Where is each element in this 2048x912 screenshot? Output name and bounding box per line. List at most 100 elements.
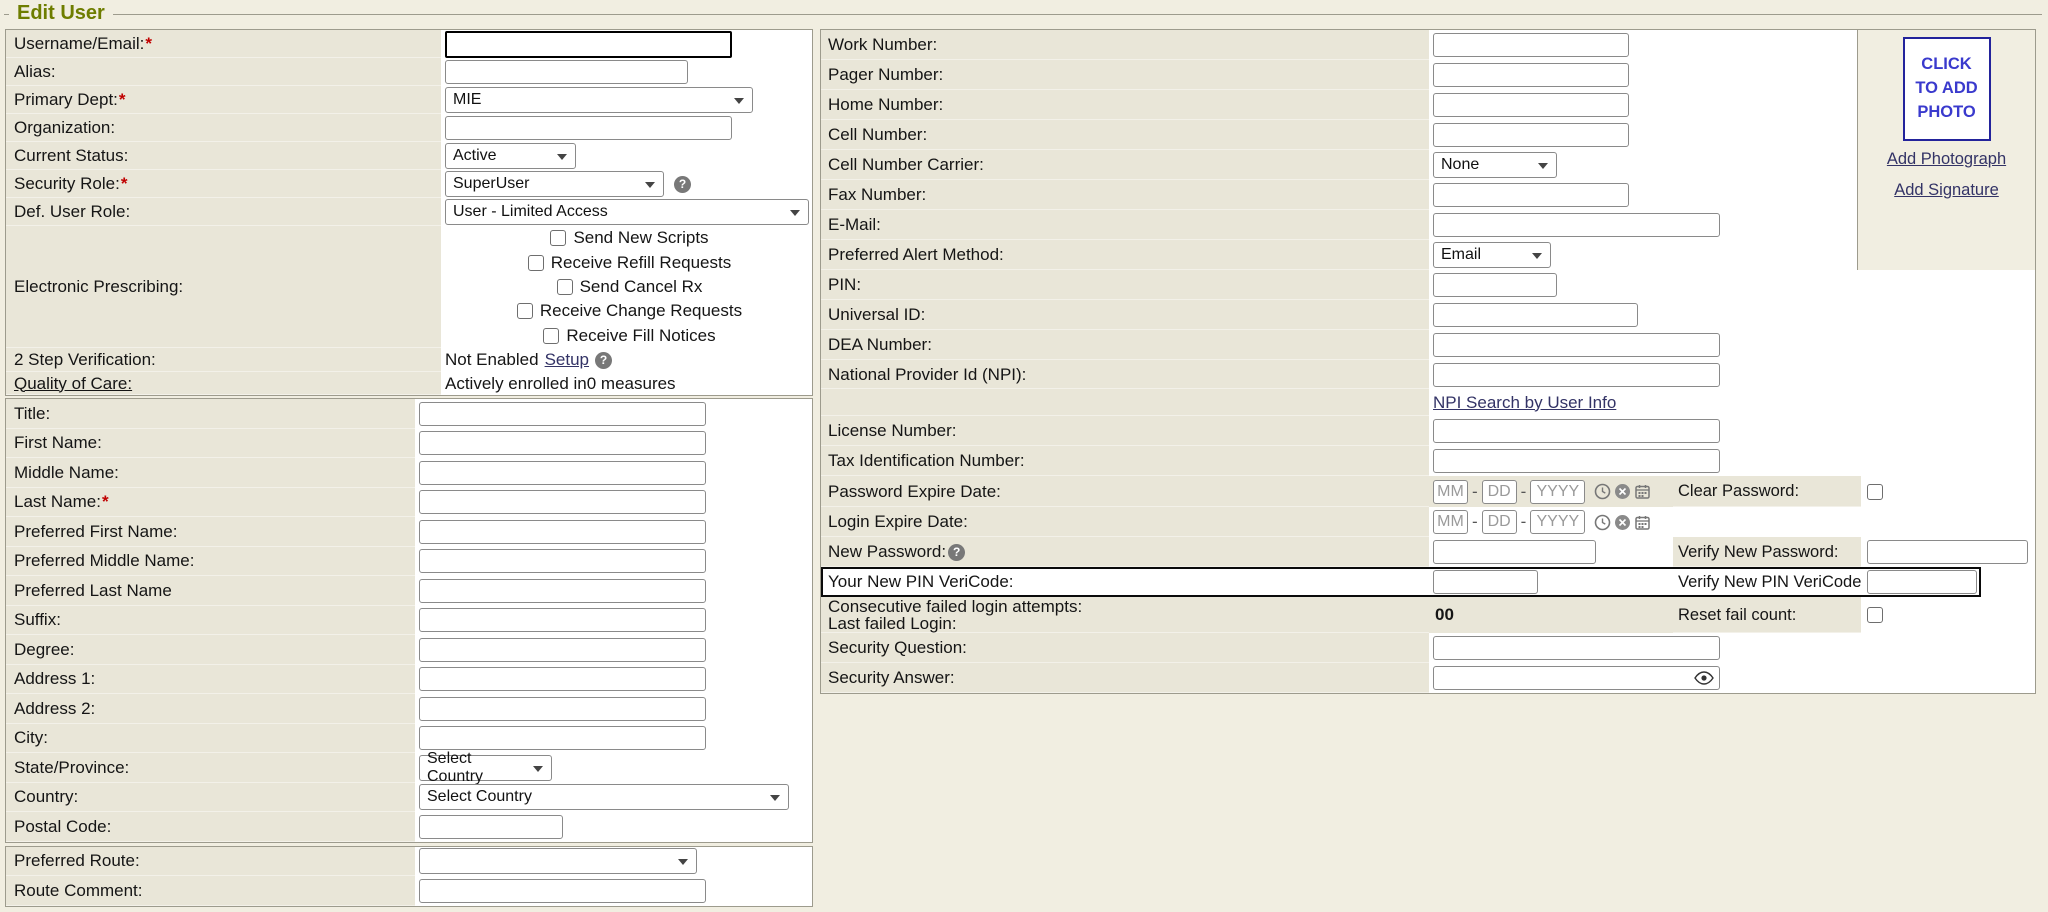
tax-id-input[interactable]: [1433, 449, 1720, 473]
city-input[interactable]: [419, 726, 706, 750]
preferred-first-name-input[interactable]: [419, 520, 706, 544]
new-password-input[interactable]: [1433, 540, 1596, 564]
value-cell: [1429, 633, 2035, 663]
degree-input[interactable]: [419, 638, 706, 662]
address1-input[interactable]: [419, 667, 706, 691]
country-value: Select Country: [427, 788, 532, 806]
label-cell: Title:: [6, 399, 415, 429]
alert-method-select[interactable]: Email: [1433, 242, 1551, 268]
calendar-icon[interactable]: [1634, 483, 1651, 500]
password-expire-month-input[interactable]: [1433, 480, 1468, 504]
login-expire-day-input[interactable]: [1482, 510, 1517, 534]
help-icon[interactable]: ?: [674, 176, 691, 193]
suffix-input[interactable]: [419, 608, 706, 632]
value-cell: [415, 606, 812, 636]
add-photo-box[interactable]: CLICK TO ADD PHOTO: [1903, 37, 1991, 141]
login-expire-date-group: - -: [1433, 510, 1651, 534]
clear-date-icon[interactable]: [1614, 514, 1631, 531]
preferred-middle-name-input[interactable]: [419, 549, 706, 573]
clear-date-icon[interactable]: [1614, 483, 1631, 500]
label-cell: Preferred First Name:: [6, 517, 415, 547]
receive-fill-notices-checkbox[interactable]: [543, 328, 559, 344]
verify-vericode-input[interactable]: [1867, 570, 1977, 594]
state-province-select[interactable]: Select Country: [419, 755, 552, 781]
first-name-input[interactable]: [419, 431, 706, 455]
show-password-eye-icon[interactable]: [1694, 671, 1714, 685]
pin-vericode-input[interactable]: [1433, 570, 1538, 594]
pager-number-input[interactable]: [1433, 63, 1629, 87]
home-number-input[interactable]: [1433, 93, 1629, 117]
email-input[interactable]: [1433, 213, 1720, 237]
label-cell: [821, 389, 1429, 416]
primary-dept-value: MIE: [453, 91, 481, 109]
cell-number-input[interactable]: [1433, 123, 1629, 147]
security-answer-input[interactable]: [1433, 666, 1720, 690]
edit-user-page: { "colors":{"accent":"#6e7d00","link":"#…: [0, 0, 2048, 912]
license-number-input[interactable]: [1433, 419, 1720, 443]
send-cancel-rx-checkbox[interactable]: [557, 279, 573, 295]
def-user-role-label: Def. User Role:: [14, 202, 130, 222]
login-expire-year-input[interactable]: [1530, 510, 1585, 534]
universal-id-input[interactable]: [1433, 303, 1638, 327]
cell-carrier-value: None: [1441, 156, 1479, 174]
form-row: Security Question:: [821, 633, 2035, 663]
address2-input[interactable]: [419, 697, 706, 721]
receive-change-requests-checkbox[interactable]: [517, 303, 533, 319]
last-failed-login-label: Last failed Login:: [828, 615, 1082, 632]
value-cell: [415, 694, 812, 724]
postal-code-input[interactable]: [419, 815, 563, 839]
value-cell: [1429, 360, 2035, 389]
security-role-select[interactable]: SuperUser: [445, 171, 664, 197]
organization-input[interactable]: [445, 116, 732, 140]
name-address-section: Title: First Name: Middle Name: Last Nam…: [5, 398, 813, 843]
country-label: Country:: [14, 787, 78, 807]
country-select[interactable]: Select Country: [419, 784, 789, 810]
title-input[interactable]: [419, 402, 706, 426]
dea-number-input[interactable]: [1433, 333, 1720, 357]
alias-input[interactable]: [445, 60, 688, 84]
add-signature-link[interactable]: Add Signature: [1894, 181, 1999, 200]
work-number-input[interactable]: [1433, 33, 1629, 57]
reset-fail-count-checkbox[interactable]: [1867, 607, 1883, 623]
route-comment-input[interactable]: [419, 879, 706, 903]
def-user-role-select[interactable]: User - Limited Access: [445, 199, 809, 225]
send-new-scripts-checkbox[interactable]: [550, 230, 566, 246]
cell-carrier-select[interactable]: None: [1433, 152, 1557, 178]
fax-number-input[interactable]: [1433, 183, 1629, 207]
password-expire-day-input[interactable]: [1482, 480, 1517, 504]
last-name-input[interactable]: [419, 490, 706, 514]
security-question-input[interactable]: [1433, 636, 1720, 660]
form-row: Username/Email:*: [6, 30, 812, 58]
quality-of-care-label[interactable]: Quality of Care:: [14, 374, 132, 394]
middle-name-input[interactable]: [419, 461, 706, 485]
primary-dept-select[interactable]: MIE: [445, 87, 753, 113]
add-photograph-link[interactable]: Add Photograph: [1887, 150, 2006, 169]
help-icon[interactable]: ?: [948, 544, 965, 561]
form-row: Suffix:: [6, 606, 812, 636]
username-input[interactable]: [445, 31, 732, 58]
login-expire-month-input[interactable]: [1433, 510, 1468, 534]
label-cell: Verify New Password:: [1673, 537, 1861, 567]
clear-password-checkbox[interactable]: [1867, 484, 1883, 500]
clock-icon[interactable]: [1594, 483, 1611, 500]
clock-icon[interactable]: [1594, 514, 1611, 531]
checkbox-row: Send Cancel Rx: [555, 275, 703, 299]
form-row: Primary Dept:* MIE: [6, 86, 812, 114]
preferred-route-select[interactable]: [419, 848, 697, 874]
preferred-last-name-input[interactable]: [419, 579, 706, 603]
pin-input[interactable]: [1433, 273, 1557, 297]
form-row: National Provider Id (NPI):: [821, 360, 2035, 389]
label-cell: 2 Step Verification:: [6, 348, 441, 372]
verify-password-input[interactable]: [1867, 540, 2028, 564]
setup-link[interactable]: Setup: [545, 350, 589, 370]
npi-search-link[interactable]: NPI Search by User Info: [1433, 393, 1616, 413]
current-status-select[interactable]: Active: [445, 143, 576, 169]
password-expire-year-input[interactable]: [1530, 480, 1585, 504]
date-separator: -: [1521, 482, 1527, 502]
label-cell: Def. User Role:: [6, 198, 441, 226]
help-icon[interactable]: ?: [595, 352, 612, 369]
receive-refill-requests-checkbox[interactable]: [528, 255, 544, 271]
npi-input[interactable]: [1433, 363, 1720, 387]
calendar-icon[interactable]: [1634, 514, 1651, 531]
pin-vericode-label: Your New PIN VeriCode:: [828, 572, 1014, 592]
